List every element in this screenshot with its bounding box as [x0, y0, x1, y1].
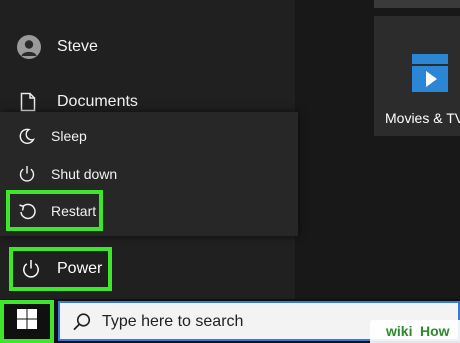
watermark-how: How: [420, 323, 450, 339]
tile-top-strip: [374, 0, 460, 8]
user-avatar-icon: [17, 35, 41, 59]
user-name-label: Steve: [57, 38, 98, 55]
sleep-label: Sleep: [51, 128, 87, 144]
power-highlight-box: [9, 247, 112, 291]
power-icon: [18, 165, 36, 188]
wikihow-watermark: wiki How: [370, 320, 460, 343]
watermark-wiki: wiki: [386, 323, 413, 339]
moon-icon: [18, 127, 36, 150]
sleep-option[interactable]: Sleep: [0, 119, 298, 153]
movies-tv-tile[interactable]: Movies & TV: [374, 16, 460, 136]
shut-down-option[interactable]: Shut down: [0, 157, 298, 191]
restart-highlight-box: [6, 190, 103, 231]
documents-label: Documents: [57, 93, 138, 110]
search-placeholder: Type here to search: [102, 313, 244, 330]
shut-down-label: Shut down: [51, 166, 118, 182]
start-highlight-box: [0, 300, 54, 343]
movies-tv-label: Movies & TV: [385, 110, 460, 126]
movies-tv-icon: [410, 54, 450, 97]
search-icon: [72, 312, 92, 337]
